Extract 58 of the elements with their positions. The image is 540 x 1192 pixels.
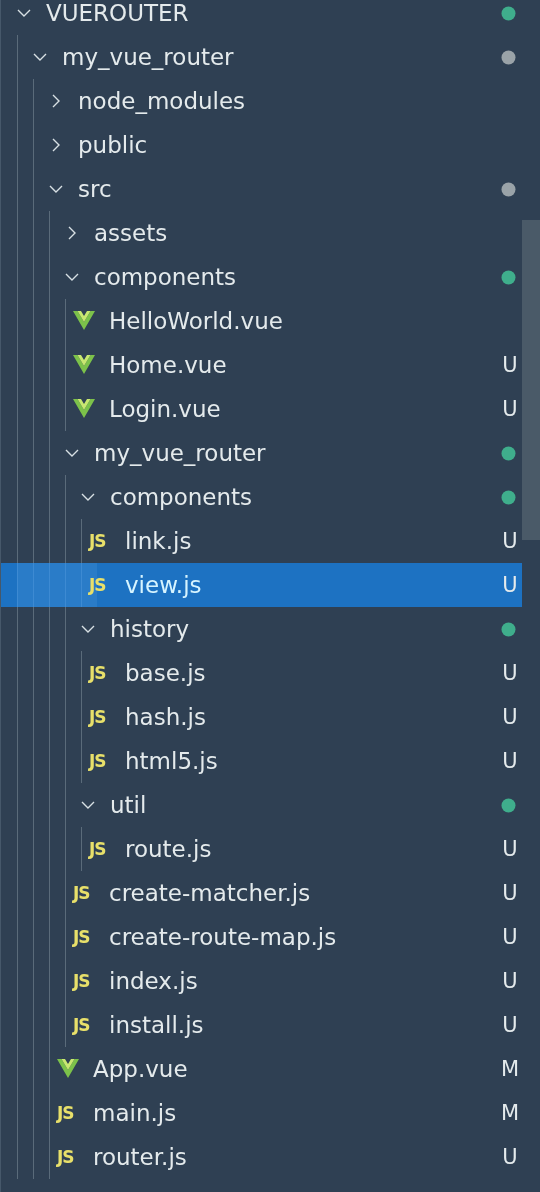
git-status: U: [501, 881, 519, 905]
js-file-icon: JS: [57, 1103, 79, 1123]
file-row[interactable]: JS route.js U: [1, 827, 522, 871]
file-row[interactable]: JS view.js U: [1, 563, 522, 607]
git-status: U: [501, 1013, 519, 1037]
vue-logo-icon: [73, 311, 95, 331]
js-file-icon: JS: [89, 839, 111, 859]
file-row[interactable]: JS router.js U: [1, 1135, 522, 1179]
file-row[interactable]: Home.vue U: [1, 343, 522, 387]
file-row[interactable]: JS create-route-map.js U: [1, 915, 522, 959]
js-file-icon: JS: [73, 1015, 95, 1035]
folder-row[interactable]: my_vue_router: [1, 35, 522, 79]
folder-row[interactable]: assets: [1, 211, 522, 255]
folder-row[interactable]: node_modules: [1, 79, 522, 123]
git-status: U: [501, 837, 519, 861]
folder-row[interactable]: src: [1, 167, 522, 211]
vue-logo-icon: [73, 399, 95, 419]
file-row[interactable]: App.vue M: [1, 1047, 522, 1091]
js-file-icon: JS: [89, 707, 111, 727]
folder-row[interactable]: my_vue_router: [1, 431, 522, 475]
git-status: M: [499, 1057, 521, 1081]
js-file-icon: JS: [73, 883, 95, 903]
vue-logo-icon: [57, 1059, 79, 1079]
folder-row[interactable]: components: [1, 255, 522, 299]
file-row[interactable]: JS main.js M: [1, 1091, 522, 1135]
file-row[interactable]: JS install.js U: [1, 1003, 522, 1047]
js-file-icon: JS: [73, 971, 95, 991]
file-row[interactable]: JS html5.js U: [1, 739, 522, 783]
vue-logo-icon: [73, 355, 95, 375]
scrollbar[interactable]: [522, 220, 540, 540]
git-status: U: [501, 353, 519, 377]
git-status: U: [501, 397, 519, 421]
folder-row[interactable]: VUEROUTER: [1, 0, 522, 35]
js-file-icon: JS: [89, 751, 111, 771]
git-status: U: [501, 573, 519, 597]
git-status: U: [501, 529, 519, 553]
file-row[interactable]: HelloWorld.vue: [1, 299, 522, 343]
git-status: U: [501, 925, 519, 949]
file-row[interactable]: JS hash.js U: [1, 695, 522, 739]
js-file-icon: JS: [89, 663, 111, 683]
file-row[interactable]: JS base.js U: [1, 651, 522, 695]
git-status: M: [499, 1101, 521, 1125]
js-file-icon: JS: [89, 531, 111, 551]
js-file-icon: JS: [57, 1147, 79, 1167]
git-status: U: [501, 1145, 519, 1169]
folder-row[interactable]: history: [1, 607, 522, 651]
folder-row[interactable]: public: [1, 123, 522, 167]
git-status: U: [501, 969, 519, 993]
folder-row[interactable]: util: [1, 783, 522, 827]
js-file-icon: JS: [89, 575, 111, 595]
folder-row[interactable]: components: [1, 475, 522, 519]
js-file-icon: JS: [73, 927, 95, 947]
git-status: U: [501, 705, 519, 729]
file-row[interactable]: Login.vue U: [1, 387, 522, 431]
git-status: U: [501, 749, 519, 773]
file-row[interactable]: JS index.js U: [1, 959, 522, 1003]
git-status: U: [501, 661, 519, 685]
file-row[interactable]: JS create-matcher.js U: [1, 871, 522, 915]
